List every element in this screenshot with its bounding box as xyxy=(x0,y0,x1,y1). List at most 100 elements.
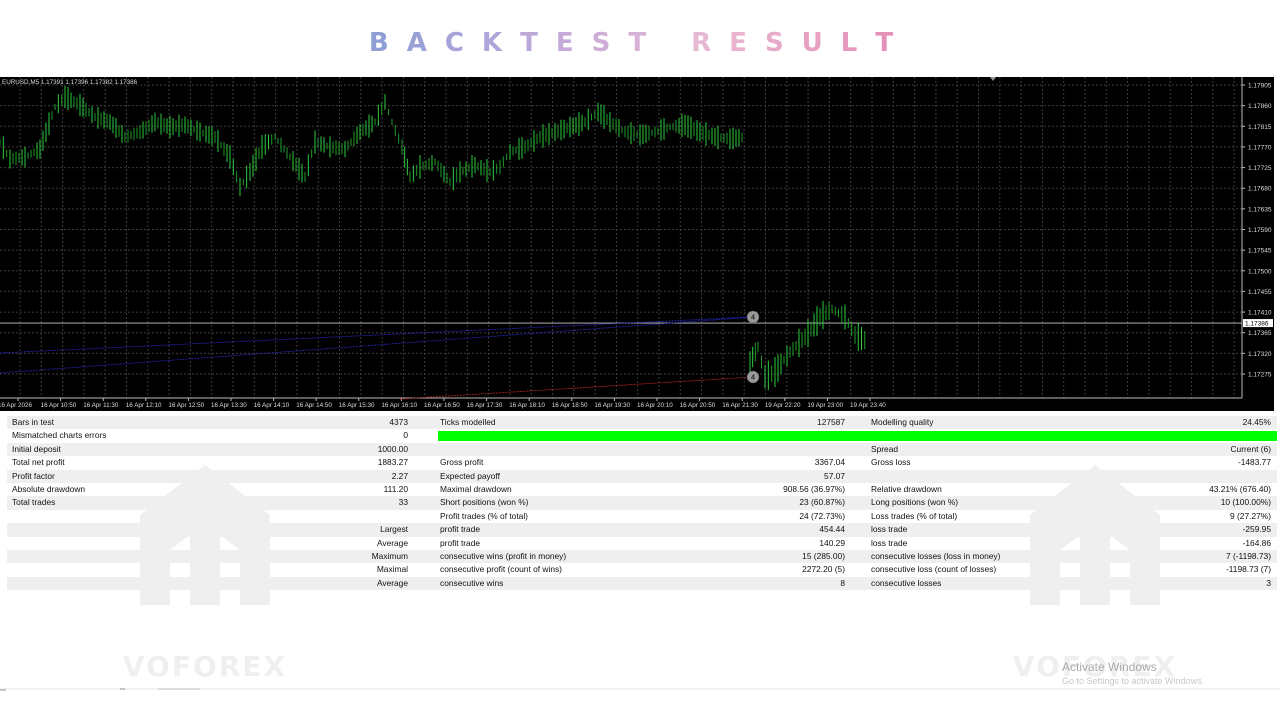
report-cell-c2: 111.20 xyxy=(383,483,408,494)
bottom-tabs-strip xyxy=(0,688,1280,691)
report-row: Total net profit 1883.27 Gross profit 3367.… xyxy=(7,456,1277,469)
watermark-text-left: VOFOREX xyxy=(122,650,288,683)
report-cell-c1: Profit factor xyxy=(12,470,55,481)
report-cell-c2: Largest xyxy=(380,524,408,535)
time-label: 16 Apr 21:30 xyxy=(722,402,758,409)
price-label: 1.17545 xyxy=(1248,248,1272,255)
report-cell-c5: Loss trades (% of total) xyxy=(871,510,958,521)
price-label: 1.17860 xyxy=(1248,103,1272,110)
report-cell-c3: Profit trades (% of total) xyxy=(440,510,528,521)
report-cell-c6: -164.86 xyxy=(1242,537,1271,548)
time-label: 16 Apr 13:30 xyxy=(211,402,247,409)
report-cell-c1: Mismatched charts errors xyxy=(12,430,107,441)
price-label: 1.17500 xyxy=(1248,268,1272,275)
report-cell-c4: 57.07 xyxy=(824,470,845,481)
report-cell-c5: consecutive losses xyxy=(871,577,942,588)
title-letter: T xyxy=(628,28,665,58)
report-cell-c3: consecutive profit (count of wins) xyxy=(440,564,562,575)
report-cell-c1: Bars in test xyxy=(12,417,54,427)
report-cell-c6: -1198.73 (7) xyxy=(1225,564,1271,575)
report-cell-c6: 3 xyxy=(1266,577,1271,588)
activate-windows-notice: Activate Windows Go to Settings to activ… xyxy=(1062,660,1204,686)
report-cell-c2: 33 xyxy=(398,497,408,508)
title-letter: U xyxy=(801,28,841,58)
price-label: 1.17770 xyxy=(1248,144,1272,151)
title-letter: C xyxy=(444,28,482,58)
report-cell-c2: 1883.27 xyxy=(377,457,408,468)
report-cell-c5: Relative drawdown xyxy=(871,483,942,494)
report-cell-c1: Initial deposit xyxy=(12,443,61,454)
report-row: Maximum consecutive wins (profit in money… xyxy=(7,549,1277,564)
report-cell-c2: 4373 xyxy=(389,417,408,427)
report-row: Absolute drawdown 111.20 Maximal drawdown 9… xyxy=(7,483,1277,496)
chart-canvas[interactable]: 1.17905 1.17860 1.17815 1.17770 1.17725 1.176… xyxy=(0,77,1274,411)
title-letter: E xyxy=(729,28,765,58)
report-row: Average consecutive wins 8 consecutive loss… xyxy=(7,576,1277,591)
report-cell-c5: consecutive loss (count of losses) xyxy=(871,564,997,575)
report-cell-c5: Modelling quality xyxy=(871,417,934,427)
report-row: Largest profit trade 454.44 loss trade -259.… xyxy=(7,523,1277,537)
report-row: Total trades 33 Short positions (won %) 23 … xyxy=(7,496,1277,510)
title-letter: R xyxy=(691,28,730,58)
trade-line-blue-2 xyxy=(0,316,754,354)
report-cell-c1: Total trades xyxy=(12,497,56,508)
time-label: 16 Apr 16:50 xyxy=(424,402,460,409)
report-cell-c3: Expected payoff xyxy=(440,470,500,481)
price-chart[interactable]: 1.17905 1.17860 1.17815 1.17770 1.17725 1.176… xyxy=(0,77,1274,411)
backtest-report: Bars in test 4373 Ticks modelled 127587 Mode… xyxy=(7,416,1277,591)
trade-line-red xyxy=(399,376,754,400)
report-row: Mismatched charts errors 0 xyxy=(7,429,1277,442)
time-label: 16 Apr 19:30 xyxy=(594,402,630,409)
report-cell-c2: Average xyxy=(376,577,408,588)
report-cell-c6: -259.95 xyxy=(1242,524,1271,535)
report-cell-c3: Ticks modelled xyxy=(440,417,496,427)
time-label: 16 Apr 16:10 xyxy=(381,402,417,409)
current-price-label: 1.17386 xyxy=(1245,321,1269,328)
report-cell-c6: -1483.77 xyxy=(1237,457,1271,468)
trade-line-blue-1 xyxy=(0,316,754,374)
time-label: 16 Apr 10:50 xyxy=(41,402,77,409)
report-cell-c4: 127587 xyxy=(817,417,845,427)
time-label: 16 Apr 2026 xyxy=(0,402,32,409)
report-cell-c3: Maximal drawdown xyxy=(440,483,512,494)
price-label: 1.17680 xyxy=(1248,186,1272,193)
report-cell-c4: 454.44 xyxy=(819,524,845,535)
title-letter: S xyxy=(764,28,802,58)
report-cell-c6: 9 (27.27%) xyxy=(1230,510,1271,521)
time-label: 16 Apr 11:30 xyxy=(83,402,119,409)
time-label: 16 Apr 18:10 xyxy=(509,402,545,409)
report-cell-c2: 0 xyxy=(403,430,408,441)
title-letter xyxy=(664,28,691,58)
time-label: 16 Apr 15:30 xyxy=(339,402,375,409)
time-label: 19 Apr 23:40 xyxy=(850,402,886,409)
report-cell-c3: Gross profit xyxy=(440,457,484,468)
time-label: 19 Apr 23:00 xyxy=(807,402,843,409)
time-label: 16 Apr 12:50 xyxy=(168,402,204,409)
report-cell-c3: consecutive wins xyxy=(440,577,504,588)
report-cell-c4: 140.29 xyxy=(819,537,845,548)
title-letter: T xyxy=(875,28,912,58)
report-row: Profit trades (% of total) 24 (72.73%) Los… xyxy=(7,510,1277,523)
report-cell-c2: Maximal xyxy=(376,564,408,575)
price-label: 1.17410 xyxy=(1248,310,1272,317)
report-cell-c2: Average xyxy=(376,537,408,548)
report-cell-c4: 2272.20 (5) xyxy=(802,564,845,575)
report-cell-c5: Long positions (won %) xyxy=(871,497,959,508)
report-cell-c3: profit trade xyxy=(440,524,481,535)
report-cell-c6: 10 (100.00%) xyxy=(1220,497,1271,508)
activate-windows-title: Activate Windows xyxy=(1062,660,1157,674)
report-cell-c2: 1000.00 xyxy=(377,443,408,454)
time-label: 16 Apr 14:10 xyxy=(254,402,290,409)
report-row: Average profit trade 140.29 loss trade -164.… xyxy=(7,537,1277,550)
activate-windows-subtitle: Go to Settings to activate Windows. xyxy=(1062,676,1205,686)
price-label: 1.17365 xyxy=(1248,330,1272,337)
time-label: 19 Apr 22:20 xyxy=(765,402,801,409)
time-label: 16 Apr 20:10 xyxy=(637,402,673,409)
report-row: Bars in test 4373 Ticks modelled 127587 Mode… xyxy=(7,416,1277,430)
symbol-label: EURUSD,M5 1.17391 1.17396 1.17382 1.1738… xyxy=(2,79,138,86)
report-row: Maximal consecutive profit (count of wins… xyxy=(7,563,1277,576)
report-cell-c4: 15 (285.00) xyxy=(802,550,845,561)
report-cell-c4: 3367.04 xyxy=(814,457,845,468)
report-cell-c5: loss trade xyxy=(871,537,908,548)
price-label: 1.17725 xyxy=(1248,165,1272,172)
